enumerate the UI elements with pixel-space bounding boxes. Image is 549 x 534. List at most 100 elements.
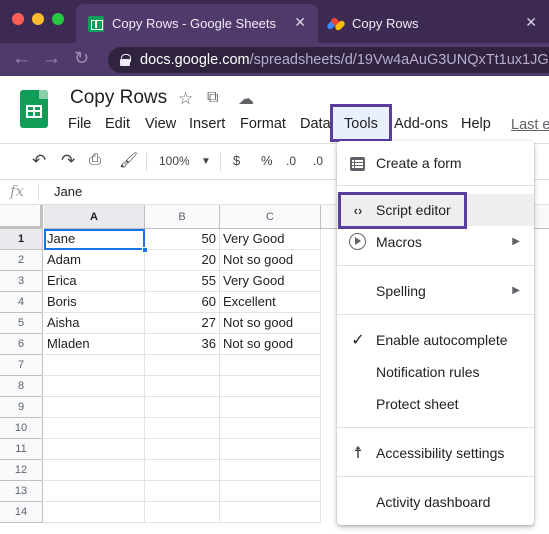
menu-item-accessibility-settings[interactable]: ☨ Accessibility settings (337, 437, 534, 469)
empty-cell[interactable] (44, 418, 145, 439)
cell-a2[interactable]: Adam (44, 250, 145, 271)
cell-b1[interactable]: 50 (145, 229, 220, 250)
empty-cell[interactable] (220, 376, 321, 397)
empty-cell[interactable] (220, 439, 321, 460)
menu-edit[interactable]: Edit (105, 116, 130, 132)
currency-format-button[interactable]: $ (233, 153, 240, 168)
empty-cell[interactable] (44, 502, 145, 523)
empty-cell[interactable] (145, 481, 220, 502)
column-header-c[interactable]: C (220, 205, 321, 229)
forward-arrow-icon[interactable]: → (42, 48, 61, 70)
menu-item-protect-sheet[interactable]: Protect sheet (337, 388, 534, 420)
star-icon[interactable]: ☆ (178, 89, 193, 109)
row-header[interactable]: 6 (0, 334, 43, 355)
row-header[interactable]: 5 (0, 313, 43, 334)
menu-item-notification-rules[interactable]: Notification rules (337, 356, 534, 388)
maximize-window-button[interactable] (52, 13, 64, 25)
row-header[interactable]: 2 (0, 250, 43, 271)
menu-item-create-form[interactable]: Create a form (337, 145, 534, 177)
menu-item-macros[interactable]: Macros ▶ (337, 226, 534, 258)
row-header[interactable]: 3 (0, 271, 43, 292)
empty-cell[interactable] (44, 376, 145, 397)
tab-copy-rows-sheets[interactable]: Copy Rows - Google Sheets ✕ (76, 4, 318, 43)
row-header[interactable]: 12 (0, 460, 43, 481)
cell-b4[interactable]: 60 (145, 292, 220, 313)
undo-icon[interactable]: ↶ (32, 151, 46, 171)
empty-cell[interactable] (220, 397, 321, 418)
cell-b2[interactable]: 20 (145, 250, 220, 271)
row-header[interactable]: 14 (0, 502, 43, 523)
decrease-decimal-button[interactable]: .0 (286, 154, 296, 168)
back-arrow-icon[interactable]: ← (12, 48, 31, 70)
empty-cell[interactable] (44, 397, 145, 418)
cell-a5[interactable]: Aisha (44, 313, 145, 334)
empty-cell[interactable] (220, 418, 321, 439)
empty-cell[interactable] (145, 460, 220, 481)
empty-cell[interactable] (145, 355, 220, 376)
empty-cell[interactable] (220, 481, 321, 502)
url-field[interactable]: docs.google.com/spreadsheets/d/19Vw4aAuG… (108, 47, 549, 73)
cell-a4[interactable]: Boris (44, 292, 145, 313)
row-header[interactable]: 8 (0, 376, 43, 397)
menu-tools[interactable]: Tools (344, 116, 378, 132)
column-header-a[interactable]: A (44, 205, 145, 229)
reload-icon[interactable]: ↻ (74, 48, 89, 69)
formula-input[interactable]: Jane (54, 184, 82, 199)
move-folder-icon[interactable]: ⧉ (207, 89, 218, 107)
empty-cell[interactable] (44, 439, 145, 460)
menu-item-activity-dashboard[interactable]: Activity dashboard (337, 486, 534, 518)
row-header[interactable]: 7 (0, 355, 43, 376)
menu-item-spelling[interactable]: Spelling ▶ (337, 275, 534, 307)
google-sheets-logo[interactable] (20, 90, 48, 128)
chevron-down-icon[interactable]: ▼ (201, 156, 211, 167)
empty-cell[interactable] (145, 439, 220, 460)
empty-cell[interactable] (145, 397, 220, 418)
percent-format-button[interactable]: % (261, 153, 273, 168)
cell-b6[interactable]: 36 (145, 334, 220, 355)
menu-insert[interactable]: Insert (189, 116, 225, 132)
last-edit-link[interactable]: Last e (511, 117, 549, 133)
cell-c1[interactable]: Very Good (220, 229, 321, 250)
empty-cell[interactable] (220, 460, 321, 481)
cell-a6[interactable]: Mladen (44, 334, 145, 355)
empty-cell[interactable] (44, 355, 145, 376)
cell-a3[interactable]: Erica (44, 271, 145, 292)
row-header[interactable]: 11 (0, 439, 43, 460)
close-window-button[interactable] (12, 13, 24, 25)
close-tab-icon[interactable]: ✕ (294, 14, 306, 31)
row-header[interactable]: 1 (0, 229, 43, 250)
cell-c6[interactable]: Not so good (220, 334, 321, 355)
fill-handle[interactable] (142, 247, 148, 253)
cell-c4[interactable]: Excellent (220, 292, 321, 313)
redo-icon[interactable]: ↷ (61, 151, 75, 171)
menu-help[interactable]: Help (461, 116, 491, 132)
increase-decimal-button[interactable]: .0 (313, 154, 323, 168)
paint-format-icon[interactable]: 🖌 (119, 151, 138, 169)
zoom-select[interactable]: 100% (159, 154, 190, 168)
empty-cell[interactable] (220, 355, 321, 376)
empty-cell[interactable] (145, 502, 220, 523)
menu-format[interactable]: Format (240, 116, 286, 132)
tab-copy-rows-script[interactable]: Copy Rows ✕ (318, 4, 549, 43)
document-title[interactable]: Copy Rows (70, 87, 167, 109)
cloud-status-icon[interactable]: ☁ (238, 89, 254, 109)
print-icon[interactable]: ⎙ (89, 151, 101, 168)
menu-data[interactable]: Data (300, 116, 331, 132)
column-header-b[interactable]: B (145, 205, 220, 229)
cell-c3[interactable]: Very Good (220, 271, 321, 292)
menu-add-ons[interactable]: Add-ons (394, 116, 448, 132)
empty-cell[interactable] (145, 418, 220, 439)
menu-file[interactable]: File (68, 116, 91, 132)
empty-cell[interactable] (145, 376, 220, 397)
menu-view[interactable]: View (145, 116, 176, 132)
row-header[interactable]: 4 (0, 292, 43, 313)
cell-c5[interactable]: Not so good (220, 313, 321, 334)
row-header[interactable]: 10 (0, 418, 43, 439)
menu-item-enable-autocomplete[interactable]: ✓ Enable autocomplete (337, 324, 534, 356)
cell-b5[interactable]: 27 (145, 313, 220, 334)
minimize-window-button[interactable] (32, 13, 44, 25)
cell-b3[interactable]: 55 (145, 271, 220, 292)
row-header[interactable]: 13 (0, 481, 43, 502)
empty-cell[interactable] (44, 460, 145, 481)
close-tab-icon[interactable]: ✕ (525, 14, 537, 31)
